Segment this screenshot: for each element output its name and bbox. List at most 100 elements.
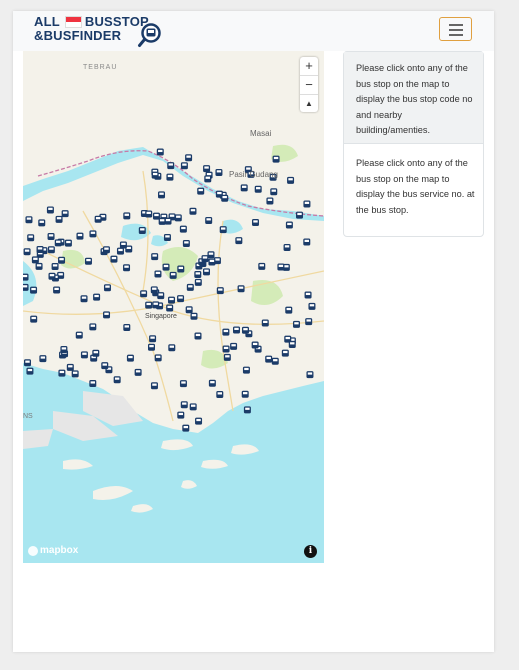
bus-stop-marker-icon[interactable] [119,241,127,249]
bus-stop-marker-icon[interactable] [154,270,162,278]
bus-stop-marker-icon[interactable] [235,237,243,245]
bus-stop-marker-icon[interactable] [89,323,97,331]
zoom-in-button[interactable]: + [300,57,318,76]
bus-stop-marker-icon[interactable] [194,278,202,286]
bus-stop-marker-icon[interactable] [151,171,159,179]
bus-stop-marker-icon[interactable] [197,187,205,195]
bus-stop-marker-icon[interactable] [154,354,162,362]
bus-stop-marker-icon[interactable] [169,271,177,279]
bus-stop-marker-icon[interactable] [304,291,312,299]
bus-stop-marker-icon[interactable] [254,185,262,193]
bus-stop-marker-icon[interactable] [61,210,69,218]
bus-stop-marker-icon[interactable] [215,168,223,176]
bus-stop-marker-icon[interactable] [145,210,153,218]
bus-stop-marker-icon[interactable] [277,263,285,271]
bus-stop-marker-icon[interactable] [157,292,165,300]
bus-stop-marker-icon[interactable] [53,286,61,294]
bus-stop-marker-icon[interactable] [292,320,300,328]
compass-button[interactable]: ▲ [300,95,318,113]
bus-stop-marker-icon[interactable] [189,207,197,215]
bus-stop-marker-icon[interactable] [26,367,34,375]
bus-stop-marker-icon[interactable] [203,165,211,173]
bus-stop-marker-icon[interactable] [158,191,166,199]
bus-stop-marker-icon[interactable] [258,262,266,270]
bus-stop-marker-icon[interactable] [145,301,153,309]
bus-stop-marker-icon[interactable] [27,234,35,242]
bus-stop-marker-icon[interactable] [207,251,215,259]
bus-stop-marker-icon[interactable] [174,214,182,222]
bus-stop-marker-icon[interactable] [305,318,313,326]
bus-stop-marker-icon[interactable] [55,215,63,223]
bus-stop-marker-icon[interactable] [23,359,31,367]
bus-stop-marker-icon[interactable] [272,155,280,163]
bus-stop-marker-icon[interactable] [216,287,224,295]
bus-stop-marker-icon[interactable] [158,217,166,225]
bus-stop-marker-icon[interactable] [126,354,134,362]
bus-stop-marker-icon[interactable] [270,188,278,196]
bus-stop-marker-icon[interactable] [71,370,79,378]
bus-stop-marker-icon[interactable] [93,293,101,301]
bus-stop-marker-icon[interactable] [251,341,259,349]
bus-stop-marker-icon[interactable] [308,302,316,310]
bus-stop-marker-icon[interactable] [35,262,43,270]
bus-stop-marker-icon[interactable] [23,283,29,291]
bus-stop-marker-icon[interactable] [76,232,84,240]
bus-stop-marker-icon[interactable] [237,285,245,293]
bus-stop-marker-icon[interactable] [123,212,131,220]
bus-stop-marker-icon[interactable] [219,226,227,234]
bus-stop-marker-icon[interactable] [116,247,124,255]
bus-stop-marker-icon[interactable] [66,363,74,371]
bus-stop-marker-icon[interactable] [185,154,193,162]
bus-stop-marker-icon[interactable] [186,283,194,291]
bus-stop-marker-icon[interactable] [195,417,203,425]
bus-stop-marker-icon[interactable] [205,216,213,224]
bus-stop-marker-icon[interactable] [113,376,121,384]
bus-stop-marker-icon[interactable] [281,349,289,357]
bus-stop-marker-icon[interactable] [283,243,291,251]
bus-stop-marker-icon[interactable] [166,304,174,312]
bus-stop-marker-icon[interactable] [102,246,110,254]
bus-stop-map[interactable]: TEBRAU Masai Pasir Gudang Singapore NS [23,51,324,563]
bus-stop-marker-icon[interactable] [103,311,111,319]
bus-stop-marker-icon[interactable] [134,368,142,376]
bus-stop-marker-icon[interactable] [152,301,160,309]
bus-stop-marker-icon[interactable] [166,173,174,181]
bus-stop-marker-icon[interactable] [177,411,185,419]
bus-stop-marker-icon[interactable] [288,340,296,348]
bus-stop-marker-icon[interactable] [156,148,164,156]
bus-stop-marker-icon[interactable] [150,286,158,294]
bus-stop-marker-icon[interactable] [47,232,55,240]
bus-stop-marker-icon[interactable] [287,176,295,184]
bus-stop-marker-icon[interactable] [23,273,29,281]
bus-stop-marker-icon[interactable] [251,219,259,227]
bus-stop-marker-icon[interactable] [138,226,146,234]
bus-stop-marker-icon[interactable] [303,238,311,246]
bus-stop-marker-icon[interactable] [47,246,55,254]
bus-stop-marker-icon[interactable] [180,162,188,170]
bus-stop-marker-icon[interactable] [189,403,197,411]
bus-stop-marker-icon[interactable] [177,295,185,303]
bus-stop-marker-icon[interactable] [103,284,111,292]
bus-stop-marker-icon[interactable] [39,355,47,363]
menu-toggle-button[interactable] [439,17,472,41]
bus-stop-marker-icon[interactable] [296,211,304,219]
bus-stop-marker-icon[interactable] [208,258,216,266]
bus-stop-marker-icon[interactable] [84,257,92,265]
bus-stop-marker-icon[interactable] [243,406,251,414]
bus-stop-marker-icon[interactable] [230,342,238,350]
bus-stop-marker-icon[interactable] [51,263,59,271]
bus-stop-marker-icon[interactable] [266,197,274,205]
bus-stop-marker-icon[interactable] [180,401,188,409]
bus-stop-marker-icon[interactable] [123,324,131,332]
bus-stop-marker-icon[interactable] [242,366,250,374]
mapbox-logo[interactable]: mapbox [28,545,78,556]
bus-stop-marker-icon[interactable] [101,362,109,370]
bus-stop-marker-icon[interactable] [64,239,72,247]
bus-stop-marker-icon[interactable] [194,332,202,340]
bus-stop-marker-icon[interactable] [265,355,273,363]
bus-stop-marker-icon[interactable] [179,225,187,233]
bus-stop-marker-icon[interactable] [201,255,209,263]
bus-stop-marker-icon[interactable] [31,256,39,264]
bus-stop-marker-icon[interactable] [25,216,33,224]
bus-stop-marker-icon[interactable] [89,230,97,238]
